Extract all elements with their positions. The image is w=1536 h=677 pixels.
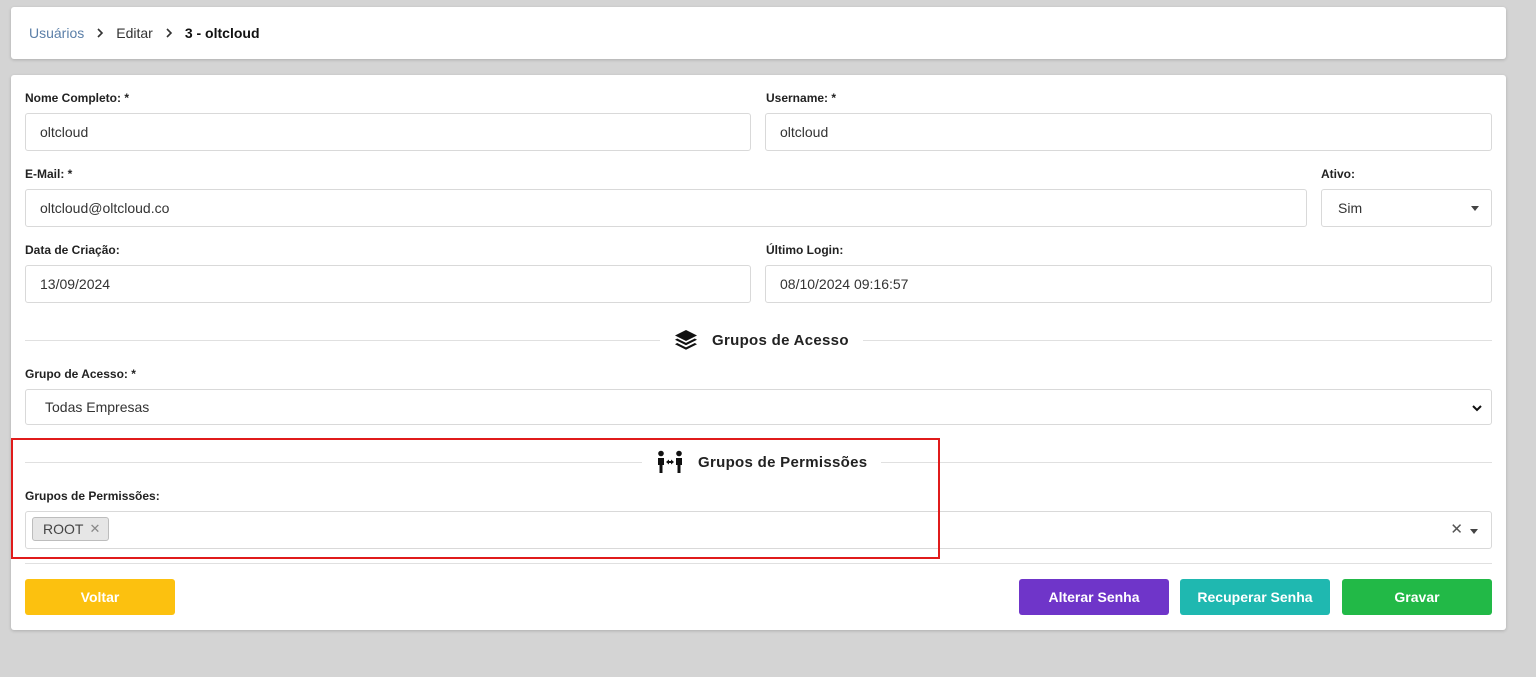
grupo-acesso-select[interactable]: Todas Empresas xyxy=(25,389,1492,425)
ativo-selected-value: Sim xyxy=(1338,200,1363,216)
chevron-right-icon xyxy=(96,28,104,38)
email-field[interactable] xyxy=(25,189,1307,227)
clear-all-icon[interactable]: ✕ xyxy=(1450,520,1463,538)
user-edit-form: Nome Completo: * Username: * E-Mail: * A… xyxy=(11,75,1506,630)
email-label: E-Mail: * xyxy=(25,167,73,181)
ativo-select[interactable]: Sim xyxy=(1321,189,1492,227)
section-grupos-permissoes-title: Grupos de Permissões xyxy=(698,453,868,471)
username-field[interactable] xyxy=(765,113,1492,151)
nome-completo-input[interactable] xyxy=(40,114,750,150)
ultimo-login-input[interactable] xyxy=(780,266,1491,302)
nome-completo-field[interactable] xyxy=(25,113,751,151)
breadcrumb-usuarios-link[interactable]: Usuários xyxy=(29,25,84,41)
ativo-label: Ativo: xyxy=(1321,167,1355,181)
breadcrumb-editar: Editar xyxy=(116,25,153,41)
permission-tag-label: ROOT xyxy=(43,521,84,537)
layers-icon xyxy=(675,330,697,350)
grupos-permissoes-multiselect[interactable]: ROOT ✕ ✕ xyxy=(25,511,1492,549)
section-grupos-permissoes: Grupos de Permissões xyxy=(642,449,882,475)
data-criacao-label: Data de Criação: xyxy=(25,243,120,257)
grupos-permissoes-label: Grupos de Permissões: xyxy=(25,489,160,503)
footer-divider xyxy=(25,563,1492,564)
data-criacao-field[interactable] xyxy=(25,265,751,303)
alterar-senha-button[interactable]: Alterar Senha xyxy=(1019,579,1169,615)
permission-tag-root: ROOT ✕ xyxy=(32,517,110,541)
recuperar-senha-button[interactable]: Recuperar Senha xyxy=(1180,579,1330,615)
ultimo-login-label: Último Login: xyxy=(766,243,844,257)
data-criacao-input[interactable] xyxy=(40,266,750,302)
ultimo-login-field[interactable] xyxy=(765,265,1492,303)
email-input[interactable] xyxy=(40,190,1306,226)
caret-down-icon[interactable] xyxy=(1470,529,1478,534)
section-grupos-acesso-title: Grupos de Acesso xyxy=(712,331,849,349)
voltar-button[interactable]: Voltar xyxy=(25,579,175,615)
section-grupos-acesso: Grupos de Acesso xyxy=(660,328,863,352)
grupo-acesso-selected-value: Todas Empresas xyxy=(45,399,150,415)
chevron-right-icon xyxy=(165,28,173,38)
remove-tag-icon[interactable]: ✕ xyxy=(89,521,100,537)
username-input[interactable] xyxy=(780,114,1491,150)
people-arrows-icon xyxy=(658,450,682,473)
username-label: Username: * xyxy=(766,91,837,105)
chevron-down-icon xyxy=(1472,405,1482,412)
nome-completo-label: Nome Completo: * xyxy=(25,91,130,105)
breadcrumb-current: 3 - oltcloud xyxy=(184,25,260,41)
grupo-acesso-label: Grupo de Acesso: * xyxy=(25,367,136,381)
breadcrumb: Usuários Editar 3 - oltcloud xyxy=(11,7,1506,59)
gravar-button[interactable]: Gravar xyxy=(1342,579,1492,615)
caret-down-icon xyxy=(1471,206,1479,211)
